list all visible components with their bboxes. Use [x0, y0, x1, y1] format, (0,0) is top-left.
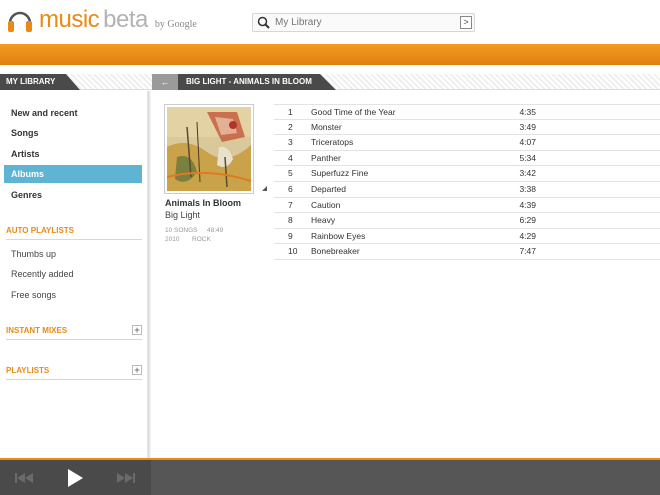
album-meta-row-2: 2010 ROCK — [165, 236, 211, 243]
add-playlist-button[interactable]: + — [132, 365, 142, 375]
track-title: Panther — [311, 152, 341, 163]
playlist-free-songs[interactable]: Free songs — [11, 288, 56, 302]
playlists-heading: PLAYLISTS + — [6, 364, 142, 380]
album-title[interactable]: Animals In Bloom — [165, 198, 241, 208]
sidebar-item-songs[interactable]: Songs — [4, 124, 142, 142]
headphones-icon — [6, 5, 34, 35]
add-instant-mix-button[interactable]: + — [132, 325, 142, 335]
track-row[interactable]: 2 Monster 3:49 — [274, 120, 660, 136]
track-row[interactable]: 8 Heavy 6:29 — [274, 213, 660, 229]
search-input[interactable] — [275, 17, 455, 28]
track-title: Departed — [311, 183, 346, 194]
track-row[interactable]: 9 Rainbow Eyes 4:29 — [274, 229, 660, 245]
track-number: 6 — [288, 183, 293, 194]
track-duration: 3:42 — [519, 168, 536, 179]
instant-mixes-label: INSTANT MIXES — [6, 326, 68, 335]
track-duration: 5:34 — [519, 152, 536, 163]
track-number: 5 — [288, 168, 293, 179]
playlist-thumbs-up[interactable]: Thumbs up — [11, 247, 56, 261]
logo-word: music — [39, 6, 100, 33]
previous-icon[interactable] — [14, 470, 34, 486]
track-number: 7 — [288, 199, 293, 210]
track-row[interactable]: 1 Good Time of the Year 4:35 — [274, 104, 660, 120]
album-artist[interactable]: Big Light — [165, 210, 200, 220]
track-row[interactable]: 7 Caution 4:39 — [274, 198, 660, 214]
track-number: 2 — [288, 121, 293, 132]
track-row[interactable]: 5 Superfuzz Fine 3:42 — [274, 166, 660, 182]
track-title: Caution — [311, 199, 341, 210]
auto-playlists-label: AUTO PLAYLISTS — [6, 226, 75, 235]
track-duration: 3:49 — [519, 121, 536, 132]
player-bar — [0, 458, 660, 495]
track-duration: 4:35 — [519, 107, 536, 117]
search-icon — [256, 15, 272, 31]
instant-mixes-heading: INSTANT MIXES + — [6, 324, 142, 340]
play-icon[interactable] — [66, 468, 84, 488]
sidebar-item-artists[interactable]: Artists — [4, 145, 142, 163]
app-logo[interactable]: music beta by Google — [6, 4, 197, 36]
track-list: 1 Good Time of the Year 4:35 2 Monster 3:49 … — [274, 104, 660, 260]
album-song-count: 10 SONGS — [165, 227, 198, 234]
track-duration: 3:38 — [519, 183, 536, 194]
track-row[interactable]: 3 Triceratops 4:07 — [274, 135, 660, 151]
track-title: Triceratops — [311, 137, 354, 148]
next-icon[interactable] — [116, 470, 136, 486]
track-duration: 4:29 — [519, 230, 536, 241]
track-title: Superfuzz Fine — [311, 168, 369, 179]
orange-band — [0, 44, 660, 65]
track-duration: 4:07 — [519, 137, 536, 148]
track-number: 1 — [288, 107, 293, 117]
sidebar-item-albums[interactable]: Albums — [4, 165, 142, 183]
sidebar-item-new-and-recent[interactable]: New and recent — [4, 104, 142, 122]
logo-beta: beta — [103, 6, 148, 33]
album-cover-art — [167, 107, 251, 191]
track-title: Monster — [311, 121, 342, 132]
track-title: Bonebreaker — [311, 246, 360, 257]
track-duration: 6:29 — [519, 215, 536, 226]
track-title: Rainbow Eyes — [311, 230, 366, 241]
back-button[interactable]: ← — [152, 74, 178, 90]
album-options-icon[interactable] — [262, 186, 267, 191]
album-breadcrumb-tab: BIG LIGHT - ANIMALS IN BLOOM — [178, 74, 336, 90]
track-number: 8 — [288, 215, 293, 226]
search-go-button[interactable]: > — [460, 16, 472, 29]
track-number: 3 — [288, 137, 293, 148]
player-controls — [0, 460, 151, 495]
track-title: Good Time of the Year — [311, 107, 396, 117]
logo-by-google: by Google — [154, 18, 197, 30]
track-duration: 4:39 — [519, 199, 536, 210]
track-row[interactable]: 6 Departed 3:38 — [274, 182, 660, 198]
album-cover[interactable] — [164, 104, 254, 194]
sidebar-item-genres[interactable]: Genres — [4, 186, 142, 204]
playlists-label: PLAYLISTS — [6, 366, 50, 375]
search-box: > — [252, 13, 475, 32]
track-row[interactable]: 4 Panther 5:34 — [274, 151, 660, 167]
album-genre: ROCK — [192, 236, 211, 243]
album-year: 2010 — [165, 236, 180, 243]
track-row[interactable]: 10 Bonebreaker 7:47 — [274, 244, 660, 260]
my-library-tab[interactable]: MY LIBRARY — [0, 74, 80, 90]
track-title: Heavy — [311, 215, 336, 226]
track-number: 10 — [288, 246, 298, 257]
playlist-recently-added[interactable]: Recently added — [11, 267, 74, 281]
album-length: 48:49 — [207, 227, 224, 234]
auto-playlists-heading: AUTO PLAYLISTS — [6, 224, 142, 240]
track-number: 9 — [288, 230, 293, 241]
track-number: 4 — [288, 152, 293, 163]
sidebar-divider[interactable] — [148, 91, 151, 458]
app-header: musicbeta by Google > — [0, 0, 660, 44]
album-meta-row-1: 10 SONGS 48:49 — [165, 227, 223, 234]
track-duration: 7:47 — [519, 246, 536, 257]
logo-wordmark: music beta — [39, 6, 148, 34]
